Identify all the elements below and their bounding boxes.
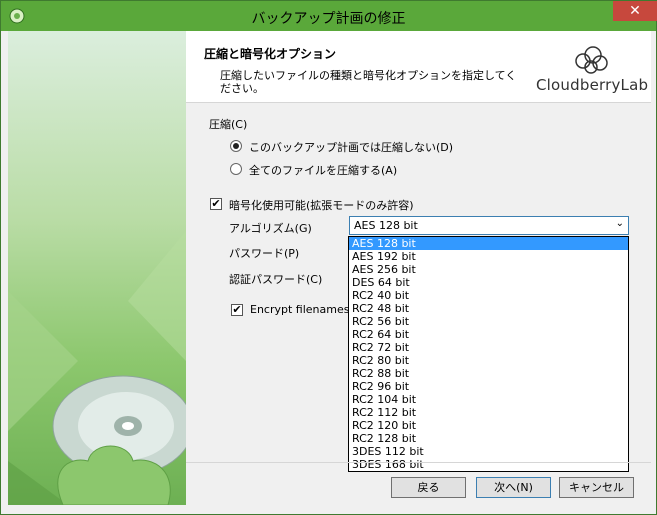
page-description: 圧縮したいファイルの種類と暗号化オプションを指定してください。	[220, 69, 517, 95]
algorithm-label: アルゴリズム(G)	[229, 222, 312, 235]
algorithm-option[interactable]: AES 128 bit	[349, 237, 628, 250]
close-button[interactable]: ✕	[613, 1, 657, 21]
algorithm-option[interactable]: RC2 48 bit	[349, 302, 628, 315]
algorithm-option[interactable]: RC2 72 bit	[349, 341, 628, 354]
cd-cloud-illustration	[8, 231, 186, 505]
back-button[interactable]: 戻る	[391, 477, 466, 498]
compress-all-label[interactable]: 全てのファイルを圧縮する(A)	[249, 162, 397, 178]
compression-label: 圧縮(C)	[209, 118, 248, 131]
algorithm-option[interactable]: RC2 64 bit	[349, 328, 628, 341]
cancel-button[interactable]: キャンセル	[559, 477, 634, 498]
password-label: パスワード(P)	[229, 247, 300, 260]
title-bar[interactable]: バックアップ計画の修正 ✕	[1, 1, 657, 31]
logo-text: CloudberryLab	[536, 76, 649, 94]
encrypt-filenames-checkbox[interactable]: ✔	[231, 304, 243, 316]
algorithm-select[interactable]: AES 128 bit ⌄	[349, 216, 629, 235]
algorithm-option[interactable]: 3DES 112 bit	[349, 445, 628, 458]
cloud-logo-icon	[575, 46, 608, 74]
algorithm-option[interactable]: RC2 112 bit	[349, 406, 628, 419]
wizard-header: 圧縮と暗号化オプション 圧縮したいファイルの種類と暗号化オプションを指定してくだ…	[186, 31, 651, 103]
algorithm-option[interactable]: RC2 56 bit	[349, 315, 628, 328]
next-button[interactable]: 次へ(N)	[476, 477, 551, 498]
decorative-side-panel	[8, 31, 186, 505]
algorithm-option[interactable]: RC2 80 bit	[349, 354, 628, 367]
wizard-button-bar: 戻る 次へ(N) キャンセル	[186, 462, 651, 506]
page-title: 圧縮と暗号化オプション	[204, 47, 337, 61]
compress-all-radio[interactable]	[230, 163, 242, 175]
algorithm-option[interactable]: RC2 120 bit	[349, 419, 628, 432]
algorithm-dropdown-list[interactable]: AES 128 bit AES 192 bit AES 256 bit DES …	[348, 236, 629, 472]
algorithm-option[interactable]: RC2 88 bit	[349, 367, 628, 380]
algorithm-option[interactable]: RC2 128 bit	[349, 432, 628, 445]
algorithm-option[interactable]: RC2 104 bit	[349, 393, 628, 406]
algorithm-selected-value: AES 128 bit	[354, 219, 418, 232]
algorithm-option[interactable]: RC2 96 bit	[349, 380, 628, 393]
no-compression-radio[interactable]	[230, 140, 242, 152]
dialog-window: バックアップ計画の修正 ✕ 圧縮と暗号化オプション 圧縮したいファイルの種類と暗…	[0, 0, 657, 515]
enable-encryption-checkbox[interactable]: ✔	[210, 198, 222, 210]
no-compression-label[interactable]: このバックアップ計画では圧縮しない(D)	[249, 139, 453, 155]
cloudberry-logo: CloudberryLab	[536, 43, 649, 98]
encrypt-filenames-label[interactable]: Encrypt filenames	[250, 303, 349, 316]
chevron-down-icon[interactable]: ⌄	[616, 218, 624, 229]
algorithm-option[interactable]: AES 256 bit	[349, 263, 628, 276]
enable-encryption-label[interactable]: 暗号化使用可能(拡張モードのみ許容)	[229, 197, 414, 213]
algorithm-option[interactable]: AES 192 bit	[349, 250, 628, 263]
confirm-password-label: 認証パスワード(C)	[229, 273, 323, 286]
algorithm-option[interactable]: RC2 40 bit	[349, 289, 628, 302]
window-title: バックアップ計画の修正	[251, 11, 406, 27]
algorithm-option[interactable]: DES 64 bit	[349, 276, 628, 289]
